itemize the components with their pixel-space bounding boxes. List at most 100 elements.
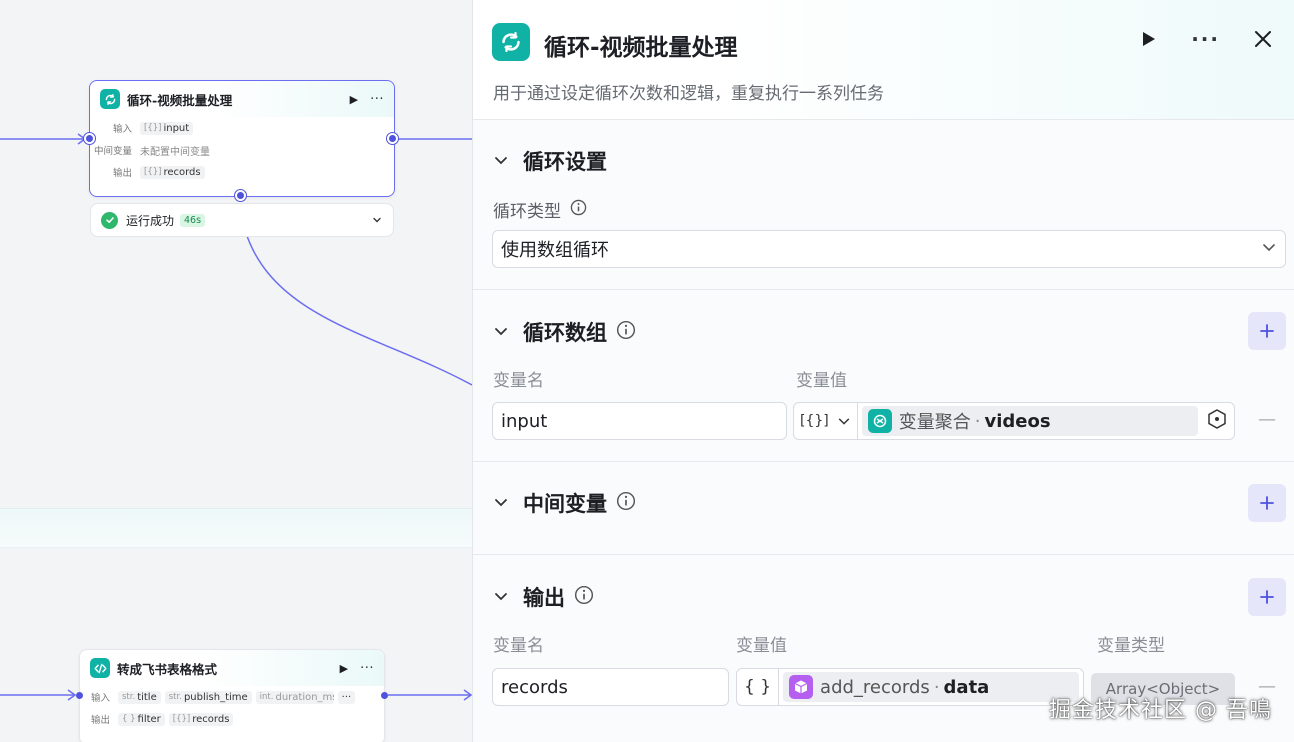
- loop-settings-section: 循环设置 循环类型 使用数组循环: [473, 120, 1294, 290]
- output-name: filter: [137, 713, 161, 725]
- close-icon[interactable]: [1254, 30, 1272, 48]
- intermediate-value: 未配置中间变量: [140, 146, 210, 158]
- chevron-down-icon[interactable]: [493, 320, 509, 344]
- add-output-button[interactable]: [1248, 578, 1286, 616]
- code-node-header: 转成飞书表格格式 ▶ ···: [80, 650, 384, 686]
- workflow-canvas[interactable]: 循环-视频批量处理 ▶ ··· 输入 [{}] input 中间变量 未配置中间变…: [0, 0, 472, 742]
- more-icon[interactable]: ···: [360, 661, 374, 676]
- loop-array-name-input[interactable]: input: [492, 402, 787, 440]
- chevron-down-icon[interactable]: [493, 149, 509, 173]
- object-type-icon[interactable]: { }: [737, 669, 780, 705]
- output-value-input[interactable]: { } add_records · data: [736, 668, 1084, 706]
- info-icon[interactable]: [616, 491, 636, 516]
- variable-value-header: 变量值: [796, 371, 847, 391]
- input-tag-title: str. title: [118, 690, 161, 704]
- loop-node-header: 循环-视频批量处理 ▶ ···: [90, 81, 394, 117]
- loop-node[interactable]: 循环-视频批量处理 ▶ ··· 输入 [{}] input 中间变量 未配置中间变…: [89, 80, 395, 197]
- panel-actions: ···: [1105, 29, 1272, 49]
- input-tag-duration: int. duration_ms: [255, 690, 334, 704]
- input-name: input: [163, 122, 190, 134]
- loop-array-header[interactable]: 循环数组: [493, 317, 636, 347]
- code-node-input-port[interactable]: [76, 692, 83, 699]
- loop-type-value: 使用数组循环: [501, 240, 609, 261]
- code-node[interactable]: 转成飞书表格格式 ▶ ··· 输入 str. title str. publish_…: [79, 649, 385, 742]
- panel-title[interactable]: 循环-视频批量处理: [544, 28, 738, 62]
- play-icon[interactable]: ▶: [340, 662, 348, 675]
- array-type-icon: [{}]: [172, 714, 191, 724]
- info-icon[interactable]: [574, 585, 594, 610]
- remove-row-button[interactable]: —: [1258, 409, 1276, 430]
- intermediate-section: 中间变量: [473, 462, 1294, 555]
- loop-node-output-port[interactable]: [387, 133, 398, 144]
- input-name: title: [137, 691, 157, 703]
- variable-picker-icon[interactable]: [1206, 408, 1228, 435]
- variable-name: data: [943, 676, 990, 698]
- add-loop-array-button[interactable]: [1248, 312, 1286, 350]
- variable-type-header: 变量类型: [1097, 636, 1165, 656]
- add-intermediate-button[interactable]: [1248, 484, 1286, 522]
- info-icon[interactable]: [616, 320, 636, 345]
- variable-source: 变量聚合: [898, 412, 971, 433]
- output-name-input[interactable]: records: [492, 668, 729, 706]
- more-icon[interactable]: ···: [370, 92, 384, 107]
- more-inputs-button[interactable]: ···: [337, 690, 356, 704]
- run-status-bar[interactable]: 运行成功 46s: [90, 203, 394, 237]
- loop-type-label-text: 循环类型: [493, 202, 561, 222]
- array-type-icon: [{}]: [144, 167, 162, 177]
- play-icon[interactable]: ▶: [350, 93, 358, 106]
- variable-reference-pill[interactable]: add_records · data: [783, 672, 1079, 702]
- loop-node-output-row: 输出 [{}] records: [90, 161, 394, 183]
- loop-icon: [492, 23, 530, 61]
- chevron-down-icon[interactable]: [493, 491, 509, 515]
- type-selector[interactable]: [{}]: [794, 403, 858, 439]
- panel-header: 循环-视频批量处理 ··· 用于通过设定循环次数和逻辑，重复执行一系列任务: [473, 0, 1294, 120]
- output-header[interactable]: 输出: [493, 582, 594, 612]
- string-type-icon: str.: [122, 692, 136, 702]
- output-label: 输出: [90, 715, 110, 726]
- loop-type-select[interactable]: 使用数组循环: [492, 230, 1286, 268]
- loop-icon: [100, 89, 120, 109]
- play-icon[interactable]: [1139, 30, 1157, 48]
- code-node-output-port[interactable]: [381, 692, 388, 699]
- section-title: 中间变量: [523, 492, 607, 516]
- input-tag: [{}] input: [140, 121, 194, 135]
- watermark: 掘金技术社区 @ 吾鳴: [1049, 698, 1272, 723]
- input-name: duration_ms: [275, 691, 334, 703]
- loop-node-title: 循环-视频批量处理: [127, 92, 233, 108]
- array-type-icon: [{}]: [144, 123, 162, 133]
- variable-value-header: 变量值: [736, 636, 787, 656]
- loop-node-input-port[interactable]: [84, 133, 95, 144]
- string-type-icon: str.: [168, 692, 182, 702]
- object-type-icon: { }: [122, 714, 136, 724]
- code-node-output-row: 输出 { } filter [{}] records: [80, 708, 384, 730]
- chevron-down-icon[interactable]: [371, 211, 383, 230]
- input-label: 输入: [90, 693, 110, 704]
- output-tag-records: [{}] records: [168, 712, 234, 726]
- variable-reference-pill[interactable]: 变量聚合 · videos: [861, 406, 1198, 436]
- code-node-title: 转成飞书表格格式: [117, 661, 218, 677]
- variable-source: add_records: [820, 676, 930, 698]
- loop-node-body-port[interactable]: [235, 190, 246, 201]
- more-icon[interactable]: ···: [1191, 29, 1220, 49]
- panel-description: 用于通过设定循环次数和逻辑，重复执行一系列任务: [493, 84, 884, 104]
- node-settings-panel: 循环-视频批量处理 ··· 用于通过设定循环次数和逻辑，重复执行一系列任务 循环…: [472, 0, 1294, 742]
- output-name-value: records: [501, 676, 568, 698]
- edge-loop-body: [245, 232, 472, 386]
- intermediate-header[interactable]: 中间变量: [493, 488, 636, 518]
- loop-node-intermediate-row: 中间变量 未配置中间变量: [90, 139, 394, 161]
- output-label: 输出: [112, 168, 132, 179]
- input-tag-publish-time: str. publish_time: [164, 690, 252, 704]
- variable-name-header: 变量名: [493, 371, 544, 391]
- loop-array-value-input[interactable]: [{}] 变量聚合 · videos: [793, 402, 1235, 440]
- int-type-icon: int.: [259, 692, 274, 702]
- intermediate-label: 中间变量: [93, 146, 132, 157]
- chevron-down-icon[interactable]: [493, 585, 509, 609]
- variable-name: videos: [984, 410, 1051, 432]
- info-icon[interactable]: [570, 199, 587, 221]
- array-type-icon: [{}]: [800, 413, 829, 429]
- input-name: publish_time: [183, 691, 248, 703]
- output-tag-filter: { } filter: [118, 712, 165, 726]
- loop-settings-header[interactable]: 循环设置: [493, 146, 607, 176]
- section-title: 循环设置: [523, 150, 607, 174]
- chevron-down-icon: [1261, 239, 1277, 260]
